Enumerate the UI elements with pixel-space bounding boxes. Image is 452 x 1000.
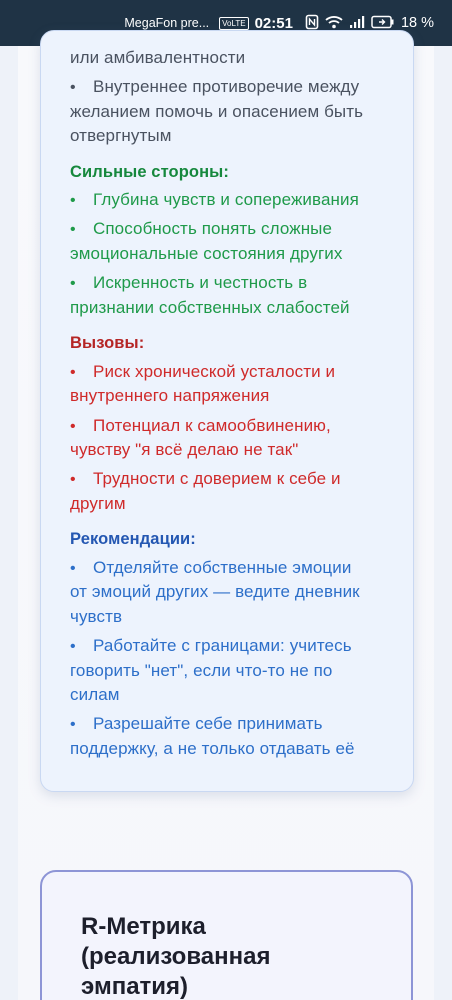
strength-item-line: признании собственных слабостей [70,298,350,317]
challenge-item: Трудности с доверием к себе и [70,467,341,492]
recommendations-heading: Рекомендации: [70,530,196,548]
list-item: Внутреннее противоречие между [70,75,359,100]
challenges-heading: Вызовы: [70,334,145,352]
recommendation-item-line: поддержку, а не только отдавать её [70,739,355,758]
recommendation-item-line: от эмоций других — ведите дневник [70,582,360,601]
volte-icon: VoLTE [219,16,249,30]
strength-item: Способность понять сложные [70,217,332,242]
intro-tail-text: или амбивалентности [70,48,246,67]
battery-percent: 18 % [400,15,434,31]
recommendation-item: Работайте с границами: учитесь [70,634,352,659]
challenge-item-line: чувству "я всё делаю не так" [70,440,299,459]
carrier-name: MegaFon pre... [124,16,210,30]
strength-item-line: эмоциональные состояния других [70,244,343,263]
battery-icon [371,15,395,32]
wifi-icon [325,15,343,32]
strength-item: Глубина чувств и сопереживания [70,188,359,213]
list-item-line: желанием помочь и опасением быть [70,102,364,121]
recommendation-item: Разрешайте себе принимать [70,712,323,737]
list-item-line: отвергнутым [70,126,172,145]
strengths-heading: Сильные стороны: [70,163,229,181]
metric-title-line: (реализованная [81,943,271,970]
metric-title-line: R-Метрика [81,913,206,940]
challenge-item-line: внутреннего напряжения [70,386,270,405]
strength-item: Искренность и честность в [70,271,307,296]
clock: 02:51 [254,14,293,32]
recommendation-item-line: чувств [70,607,123,626]
recommendation-item: Отделяйте собственные эмоции [70,556,351,581]
recommendation-item-line: силам [70,685,120,704]
metric-card-title: R-Метрика (реализованная эмпатия) [81,912,381,1000]
recommendation-item-line: говорить "нет", если что-то не по [70,661,333,680]
signal-icon [349,15,365,32]
challenge-item: Потенциал к самообвинению, [70,414,331,439]
challenge-item: Риск хронической усталости и [70,360,335,385]
challenge-item-line: другим [70,494,126,513]
metric-title-line: эмпатия) [81,973,189,1000]
